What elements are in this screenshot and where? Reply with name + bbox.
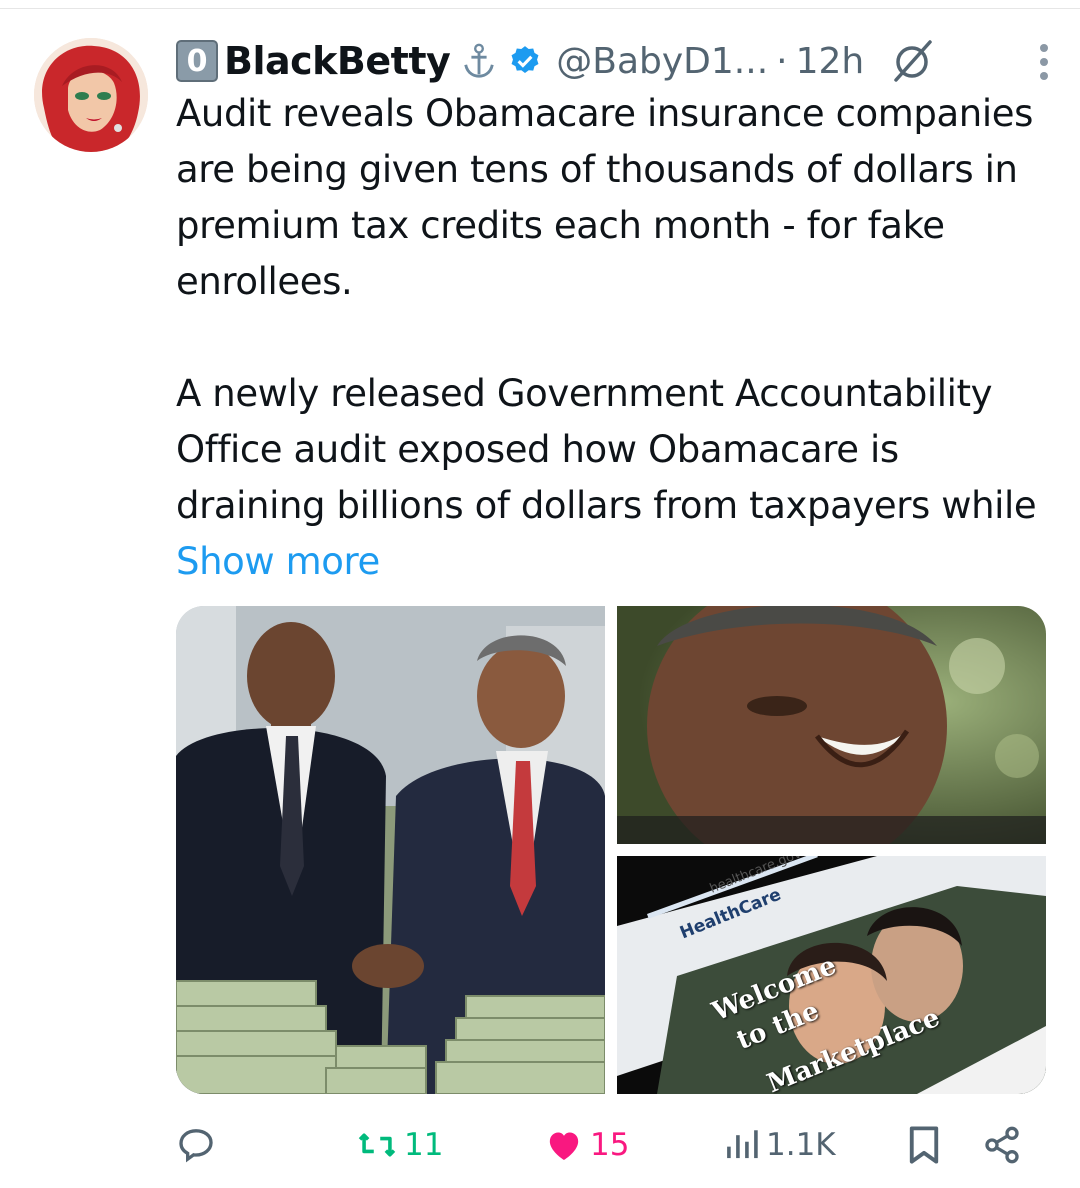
post-text: Audit reveals Obamacare insurance compan…: [176, 86, 1056, 590]
name-badge: 0: [176, 40, 218, 82]
share-button[interactable]: [982, 1120, 1022, 1170]
verified-icon[interactable]: [508, 44, 542, 78]
views-icon: [727, 1130, 758, 1159]
anchor-icon: [464, 43, 494, 78]
like-count: 15: [590, 1127, 630, 1163]
share-icon: [985, 1126, 1019, 1164]
handle[interactable]: @BabyD1...: [556, 41, 768, 82]
repost-count: 11: [404, 1127, 444, 1163]
image-healthcare-site[interactable]: HealthCare healthcare.gov Welcome to the…: [617, 856, 1046, 1094]
post-body: Audit reveals Obamacare insurance compan…: [176, 92, 1037, 527]
bookmark-button[interactable]: [906, 1120, 942, 1170]
media-grid: HealthCare healthcare.gov Welcome to the…: [176, 606, 1046, 1094]
bookmark-icon: [909, 1126, 939, 1164]
timestamp[interactable]: 12h: [796, 41, 865, 82]
separator-dot: ·: [776, 40, 788, 82]
repost-button[interactable]: 11: [356, 1120, 443, 1170]
image-smiling-man[interactable]: [617, 606, 1046, 844]
action-bar: 11 15 1.1K: [176, 1120, 1036, 1170]
display-name[interactable]: BlackBetty: [224, 39, 451, 83]
like-button[interactable]: 15: [544, 1120, 629, 1170]
more-icon[interactable]: [1038, 42, 1050, 82]
views-count: 1.1K: [766, 1127, 836, 1163]
post-header: 0 BlackBetty @BabyD1... · 12h: [176, 36, 1050, 86]
show-more-link[interactable]: Show more: [176, 540, 380, 583]
image-handshake[interactable]: [176, 606, 605, 1094]
retweet-icon: [358, 1133, 396, 1157]
top-divider: [0, 8, 1080, 9]
reply-icon: [179, 1129, 213, 1163]
reply-button[interactable]: [176, 1120, 216, 1170]
heart-icon: [549, 1132, 579, 1160]
grok-icon[interactable]: [890, 38, 936, 84]
avatar[interactable]: [34, 38, 148, 152]
views-button[interactable]: 1.1K: [724, 1120, 836, 1170]
